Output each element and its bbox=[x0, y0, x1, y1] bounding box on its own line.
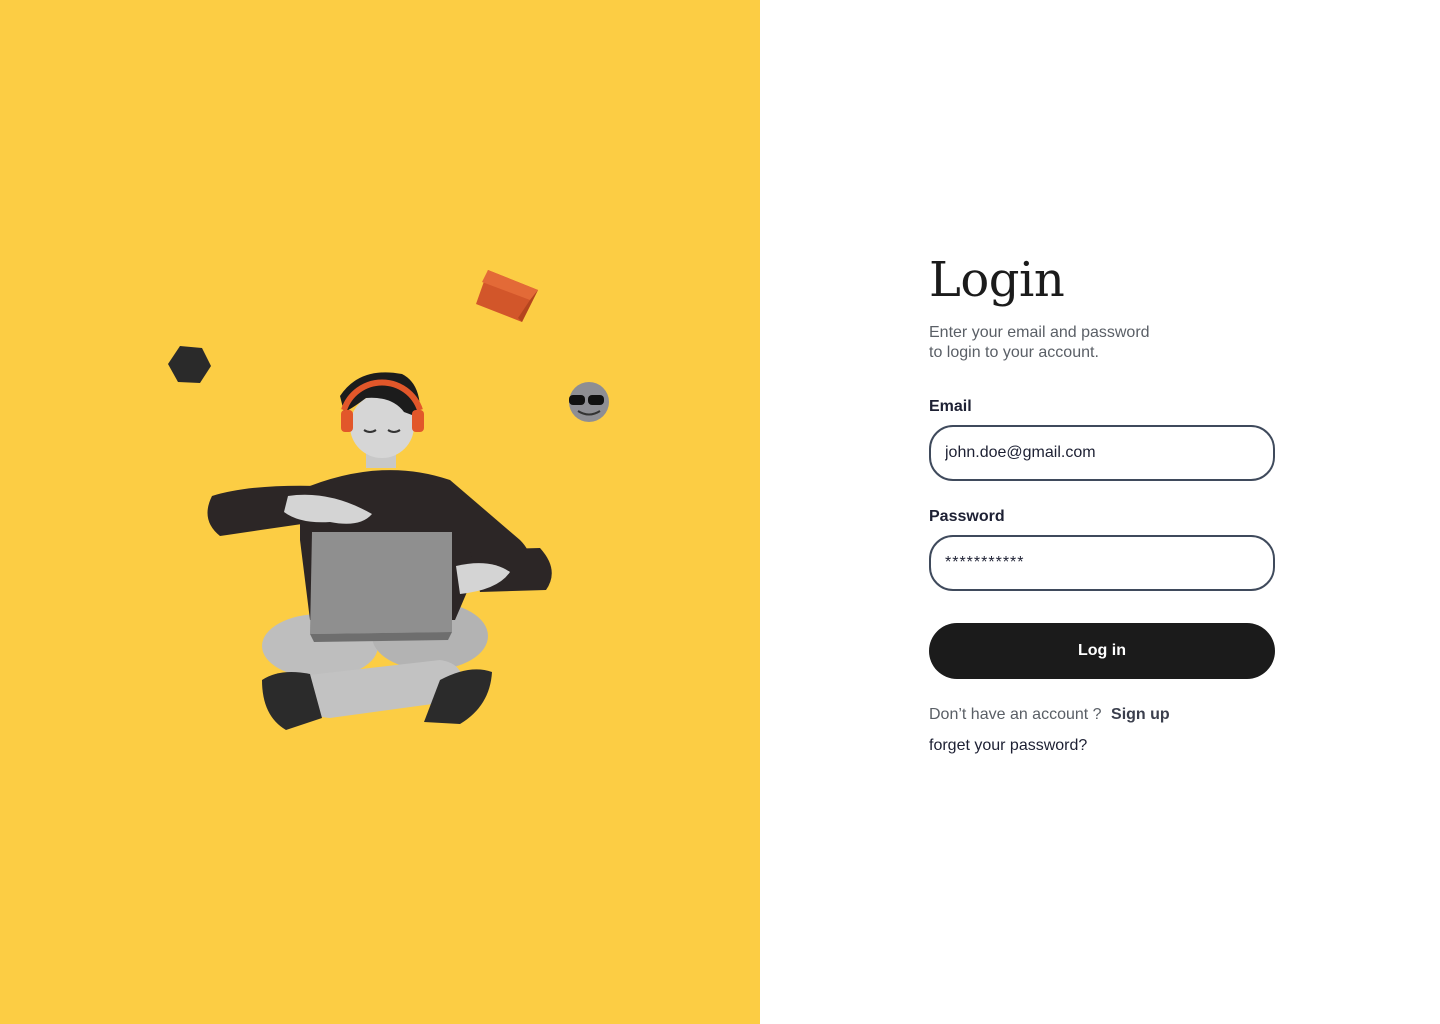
login-subtitle: Enter your email and password to login t… bbox=[929, 323, 1189, 363]
page-title: Login bbox=[929, 252, 1065, 308]
email-label: Email bbox=[929, 398, 972, 415]
person-with-laptop-illustration bbox=[168, 270, 609, 730]
log-in-button[interactable]: Log in bbox=[929, 623, 1275, 679]
signup-row: Don’t have an account ? Sign up bbox=[929, 705, 1275, 725]
person-figure bbox=[207, 372, 552, 730]
subtitle-line-2: to login to your account. bbox=[929, 344, 1099, 361]
sunglasses-emoji-icon bbox=[569, 382, 609, 422]
password-label: Password bbox=[929, 508, 1005, 525]
orange-cube-icon bbox=[476, 270, 538, 322]
illustration-panel bbox=[0, 0, 760, 1024]
login-form: Login Enter your email and password to l… bbox=[929, 250, 1275, 756]
black-hexagon-icon bbox=[168, 346, 211, 383]
forgot-password-link[interactable]: forget your password? bbox=[929, 736, 1087, 756]
email-field[interactable] bbox=[929, 425, 1275, 481]
sign-up-link[interactable]: Sign up bbox=[1111, 706, 1170, 723]
subtitle-line-1: Enter your email and password bbox=[929, 324, 1150, 341]
login-panel: Login Enter your email and password to l… bbox=[760, 0, 1440, 1024]
password-field[interactable] bbox=[929, 535, 1275, 591]
signup-prompt: Don’t have an account ? bbox=[929, 706, 1102, 723]
